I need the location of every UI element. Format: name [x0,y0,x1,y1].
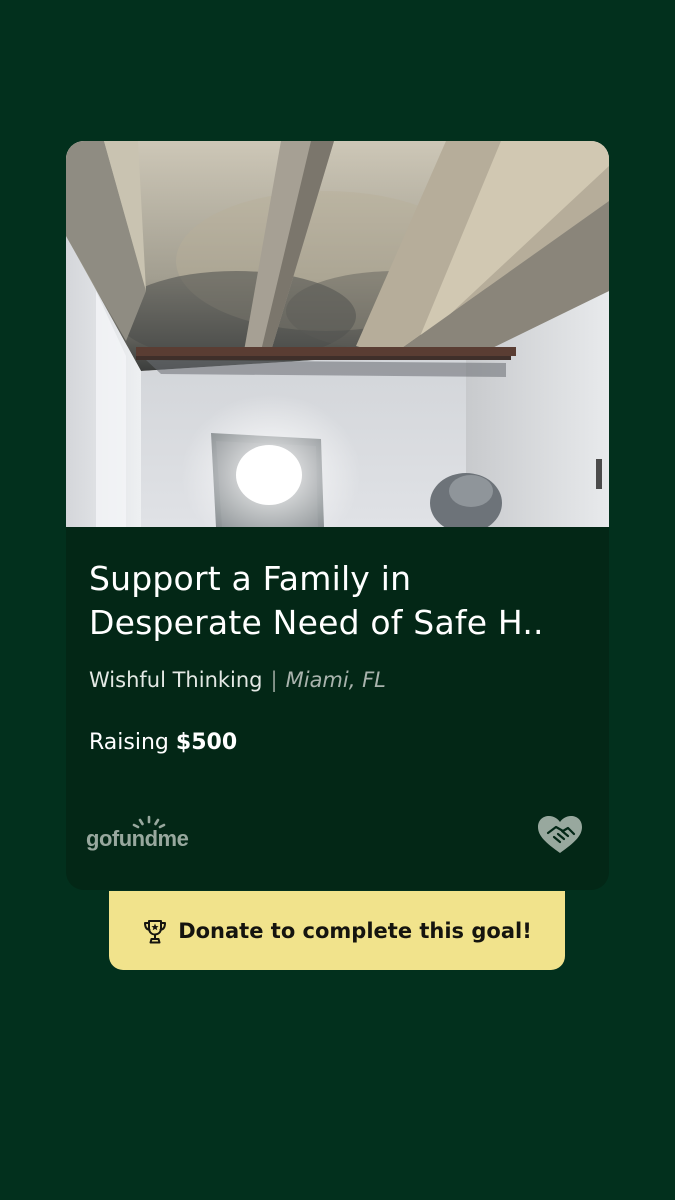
donate-goal-label: Donate to complete this goal! [178,918,532,943]
raising-label: Raising [89,730,169,755]
campaign-meta: Wishful Thinking | Miami, FL [89,665,386,695]
campaign-title-line-2: Desperate Need of Safe H.. [89,603,544,642]
raising-goal: Raising $500 [89,728,237,758]
trophy-icon [144,919,167,943]
donate-goal-button[interactable]: Donate to complete this goal! [109,891,565,970]
campaign-photo [66,141,609,527]
campaign-card[interactable]: Support a Family in Desperate Need of Sa… [66,141,609,890]
campaign-title-line-1: Support a Family in [89,559,412,598]
organizer-name: Wishful Thinking [89,668,263,692]
gofundme-logo: gofundme [86,815,206,851]
meta-separator: | [270,668,278,692]
campaign-location: Miami, FL [285,668,386,692]
campaign-title[interactable]: Support a Family in Desperate Need of Sa… [89,557,594,645]
raising-amount: $500 [175,730,238,755]
brand-wordmark: gofundme [86,826,189,851]
heart-handshake-icon[interactable] [536,815,584,855]
